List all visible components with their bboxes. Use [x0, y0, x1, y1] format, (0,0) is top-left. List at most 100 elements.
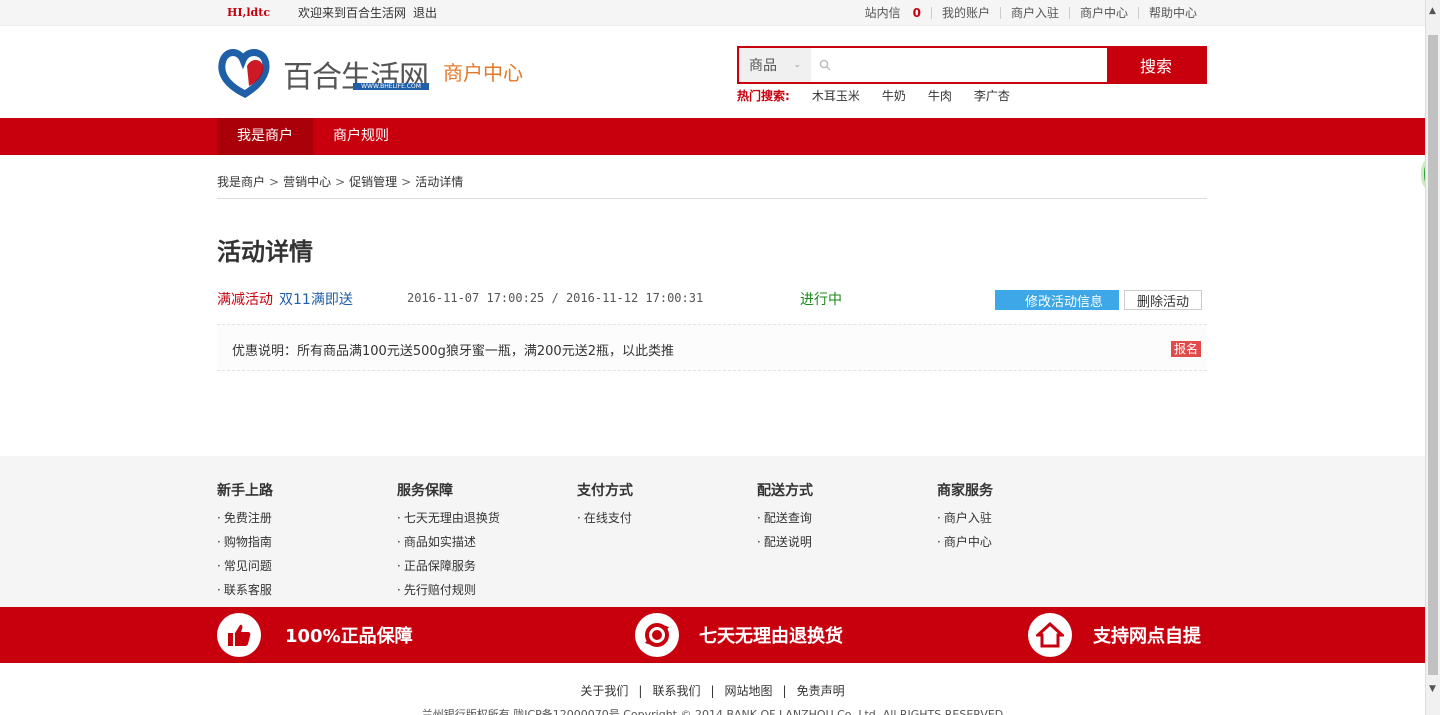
main-nav: 我是商户 商户规则: [0, 118, 1425, 155]
brand-url: WWW.BHELIFE.COM: [353, 83, 429, 90]
guarantee-item: 支持网点自提: [1028, 613, 1201, 657]
sitemap-link[interactable]: 网站地图: [725, 684, 773, 698]
hot-keyword[interactable]: 玉米: [836, 87, 860, 104]
activity-type: 满减活动: [217, 292, 273, 308]
home-icon: [1028, 613, 1072, 657]
footer-link[interactable]: 先行赔付规则: [397, 578, 500, 602]
guarantee-band: 100%正品保障 七天无理由退换货 支持网点自提: [0, 607, 1425, 663]
footer-link[interactable]: 购物指南: [217, 530, 273, 554]
top-bar: HI,ldtc 欢迎来到百合生活网 退出 站内信 0 我的账户 商户入驻 商户中心…: [0, 0, 1425, 26]
footer-link[interactable]: 配送说明: [757, 530, 813, 554]
divider: [1137, 7, 1139, 19]
hot-keyword[interactable]: 李广杏: [974, 87, 1010, 104]
message-link[interactable]: 站内信 0: [865, 0, 921, 26]
divider: [999, 7, 1001, 19]
nav-item-merchant[interactable]: 我是商户: [217, 118, 313, 155]
chevron-right-icon: >: [269, 175, 280, 189]
activity-status: 进行中: [800, 292, 842, 308]
footer-link[interactable]: 配送查询: [757, 506, 813, 530]
search-button[interactable]: 搜索: [1107, 48, 1205, 82]
thumbs-up-icon: [217, 613, 261, 657]
activity-description: 优惠说明：所有商品满100元送500g狼牙蜜一瓶，满200元送2瓶，以此类推 报…: [217, 324, 1207, 371]
footer-column-title: 新手上路: [217, 483, 273, 499]
search-icon: [819, 59, 831, 71]
breadcrumb-item[interactable]: 我是商户: [217, 175, 265, 189]
footer-link[interactable]: 联系客服: [217, 578, 273, 602]
footer-link[interactable]: 商户中心: [937, 530, 993, 554]
scrollbar-thumb[interactable]: [1428, 35, 1438, 675]
chevron-right-icon: >: [401, 175, 412, 189]
footer-column: 新手上路 免费注册 购物指南 常见问题 联系客服: [217, 480, 273, 602]
logo-icon[interactable]: [217, 44, 273, 98]
welcome-text: 欢迎来到百合生活网: [298, 6, 407, 20]
scrollbar[interactable]: ▲ ▼: [1425, 0, 1440, 715]
search-box: 商品 ⌄ 搜索: [737, 46, 1207, 84]
page: HI,ldtc 欢迎来到百合生活网 退出 站内信 0 我的账户 商户入驻 商户中心…: [0, 0, 1425, 715]
user-greeting: HI,ldtc: [227, 6, 271, 19]
hot-keyword[interactable]: 牛肉: [928, 87, 952, 104]
footer-column: 配送方式 配送查询 配送说明: [757, 480, 813, 554]
guarantee-text: 七天无理由退换货: [699, 626, 843, 647]
description-text: 优惠说明：所有商品满100元送500g狼牙蜜一瓶，满200元送2瓶，以此类推: [232, 344, 674, 359]
divider: |: [638, 684, 643, 698]
disclaimer-link[interactable]: 免责声明: [797, 684, 845, 698]
help-center-link[interactable]: 帮助中心: [1149, 0, 1197, 26]
footer-column-title: 支付方式: [577, 483, 633, 499]
hot-keyword[interactable]: 木耳: [812, 87, 836, 104]
divider: |: [710, 684, 715, 698]
chevron-down-icon: ⌄: [793, 60, 801, 70]
signup-tag[interactable]: 报名: [1170, 341, 1201, 357]
activity-name[interactable]: 双11满即送: [279, 289, 353, 309]
merchant-center-title: 商户中心: [443, 61, 523, 85]
footer-link[interactable]: 正品保障服务: [397, 554, 500, 578]
search-input[interactable]: [837, 50, 1107, 80]
footer-column: 商家服务 商户入驻 商户中心: [937, 480, 993, 554]
activity-row: 满减活动 双11满即送 2016-11-07 17:00:25 / 2016-1…: [217, 289, 1207, 311]
footer-link[interactable]: 商品如实描述: [397, 530, 500, 554]
page-title: 活动详情: [217, 238, 313, 266]
footer-link[interactable]: 免费注册: [217, 506, 273, 530]
my-account-link[interactable]: 我的账户: [942, 0, 990, 26]
search-field: [811, 48, 1107, 82]
contact-link[interactable]: 联系我们: [652, 684, 700, 698]
search-category-select[interactable]: 商品 ⌄: [739, 48, 811, 82]
guarantee-item: 100%正品保障: [217, 613, 413, 657]
logout-link[interactable]: 退出: [413, 0, 437, 26]
chevron-right-icon: >: [335, 175, 346, 189]
breadcrumb-item[interactable]: 营销中心: [283, 175, 331, 189]
footer-link[interactable]: 常见问题: [217, 554, 273, 578]
guarantee-item: 七天无理由退换货: [635, 613, 843, 657]
divider: [217, 198, 1207, 199]
hot-keyword[interactable]: 牛奶: [882, 87, 906, 104]
copyright: 兰州银行版权所有 陇ICP备12000070号 Copyright © 2014…: [421, 708, 1004, 715]
guarantee-text: 100%正品保障: [285, 626, 413, 647]
top-right-links: 站内信 0 我的账户 商户入驻 商户中心 帮助中心: [865, 0, 1197, 26]
footer-link[interactable]: 在线支付: [577, 506, 633, 530]
footer-column-title: 服务保障: [397, 483, 453, 499]
delete-activity-button[interactable]: 删除活动: [1124, 290, 1202, 310]
header: 百合生活网 WWW.BHELIFE.COM 商户中心 商品 ⌄ 搜索 热门搜索:…: [0, 26, 1425, 118]
footer-link[interactable]: 商户入驻: [937, 506, 993, 530]
breadcrumb-item[interactable]: 促销管理: [349, 175, 397, 189]
breadcrumb: 我是商户 > 营销中心 > 促销管理 > 活动详情: [217, 173, 463, 190]
nav-item-rules[interactable]: 商户规则: [313, 118, 409, 155]
footer-links: 新手上路 免费注册 购物指南 常见问题 联系客服 服务保障 七天无理由退换货 商…: [0, 456, 1425, 607]
scroll-up-icon[interactable]: ▲: [1429, 6, 1436, 16]
hot-search: 热门搜索: 木耳 玉米 牛奶 牛肉 李广杏: [737, 87, 1032, 104]
hot-search-label: 热门搜索:: [737, 89, 790, 103]
refresh-icon: [635, 613, 679, 657]
merchant-join-link[interactable]: 商户入驻: [1011, 0, 1059, 26]
breadcrumb-current: 活动详情: [415, 175, 464, 189]
bottom-links: 关于我们 | 联系我们 | 网站地图 | 免责声明: [0, 682, 1425, 699]
merchant-center-link[interactable]: 商户中心: [1080, 0, 1128, 26]
footer-column-title: 配送方式: [757, 483, 813, 499]
search-category-value: 商品: [749, 58, 777, 74]
footer-column: 服务保障 七天无理由退换货 商品如实描述 正品保障服务 先行赔付规则: [397, 480, 500, 602]
scroll-down-icon[interactable]: ▼: [1429, 684, 1436, 694]
divider: [1068, 7, 1070, 19]
guarantee-text: 支持网点自提: [1093, 626, 1201, 647]
about-link[interactable]: 关于我们: [580, 684, 628, 698]
message-count: 0: [912, 6, 921, 20]
edit-activity-button[interactable]: 修改活动信息: [995, 290, 1119, 310]
footer-link[interactable]: 七天无理由退换货: [397, 506, 500, 530]
